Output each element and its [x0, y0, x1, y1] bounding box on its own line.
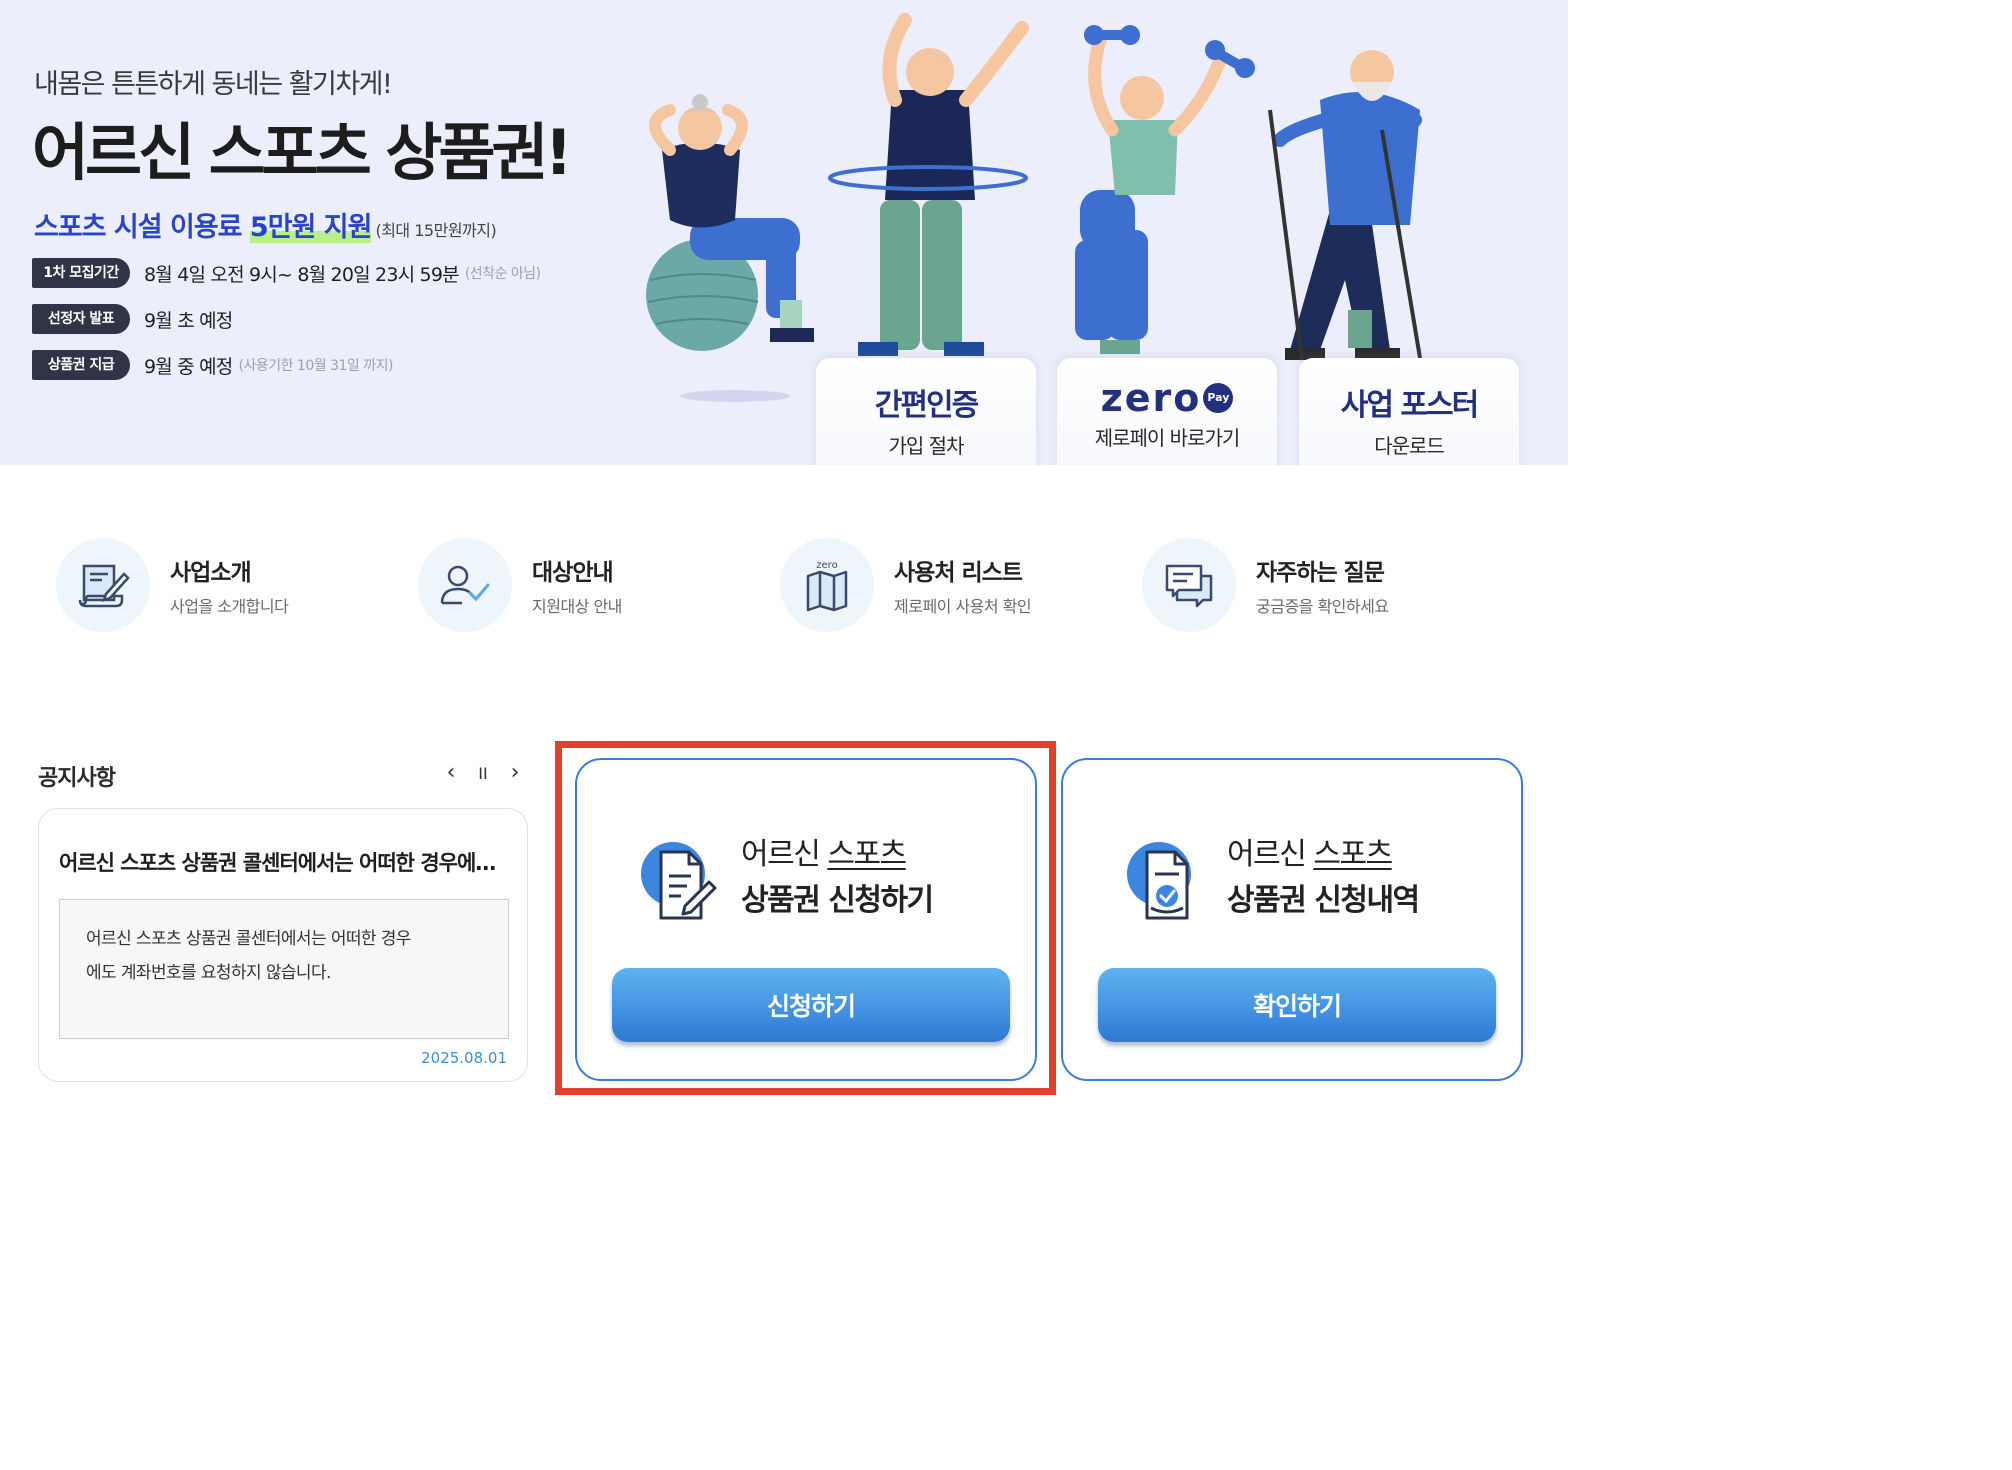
- menu-merchant-list[interactable]: zero 사용처 리스트 제로페이 사용처 확인: [780, 538, 1032, 632]
- menu-faq[interactable]: 자주하는 질문 궁금증을 확인하세요: [1142, 538, 1389, 632]
- notice-title[interactable]: 어르신 스포츠 상품권 콜센터에서는 어떠한 경우에도 계좌번호를 요청하지 않…: [59, 847, 509, 877]
- notice-body-line: 에도 계좌번호를 요청하지 않습니다.: [86, 963, 331, 983]
- menu-description: 궁금증을 확인하세요: [1256, 597, 1389, 616]
- apply-card-title: 어르신 스포츠 상품권 신청하기: [741, 832, 934, 924]
- schedule-row-announce: 선정자 발표 9월 초 예정: [32, 304, 233, 334]
- zeropay-pay-badge: Pay: [1203, 383, 1234, 413]
- senior-nordic-walking-figure: [1268, 50, 1422, 361]
- title-text-underlined: 스포츠: [1313, 837, 1393, 872]
- notice-body: 어르신 스포츠 상품권 콜센터에서는 어떠한 경우 에도 계좌번호를 요청하지 …: [59, 899, 509, 1039]
- zero-map-icon: zero: [780, 538, 874, 632]
- poster-download-card[interactable]: 사업 포스터 다운로드: [1299, 358, 1519, 465]
- senior-yoga-ball-figure: [646, 94, 814, 351]
- application-history-card: 어르신 스포츠 상품권 신청내역 확인하기: [1061, 758, 1523, 1081]
- menu-description: 사업을 소개합니다: [170, 597, 289, 616]
- notice-date: 2025.08.01: [421, 1049, 507, 1067]
- quick-card-subtitle: 다운로드: [1374, 434, 1445, 458]
- check-history-button[interactable]: 확인하기: [1098, 968, 1496, 1042]
- menu-eligibility-guide[interactable]: 대상안내 지원대상 안내: [418, 538, 622, 632]
- menu-title: 사업소개: [170, 560, 252, 586]
- schedule-text: 9월 초 예정: [144, 309, 233, 332]
- schedule-row-payment: 상품권 지급 9월 중 예정 (사용기한 10월 31일 까지): [32, 350, 393, 380]
- support-amount: 5만원 지원: [249, 212, 372, 243]
- notice-card[interactable]: 어르신 스포츠 상품권 콜센터에서는 어떠한 경우에도 계좌번호를 요청하지 않…: [38, 808, 528, 1082]
- hero-title: 어르신 스포츠 상품권!: [32, 116, 573, 189]
- chat-bubbles-icon: [1142, 538, 1236, 632]
- title-text: 상품권 신청내역: [1227, 883, 1420, 918]
- application-form-icon: [641, 842, 717, 920]
- quick-card-title: 사업 포스터: [1340, 388, 1479, 423]
- document-pen-icon: [56, 538, 150, 632]
- apply-button[interactable]: 신청하기: [612, 968, 1010, 1042]
- notice-controls: ‹ II ›: [442, 760, 524, 788]
- schedule-text: 9월 중 예정: [144, 355, 233, 378]
- quick-card-subtitle: 가입 절차: [888, 434, 965, 458]
- schedule-text: 8월 4일 오전 9시~ 8월 20일 23시 59분: [144, 263, 460, 286]
- schedule-note: (사용기한 10월 31일 까지): [238, 358, 394, 374]
- notice-header: 공지사항 ‹ II ›: [38, 760, 528, 791]
- hero-subtitle: 내몸은 튼튼하게 동네는 활기차게!: [34, 69, 393, 100]
- zeropay-logo-text: zero: [1100, 376, 1202, 420]
- notice-pause-button[interactable]: II: [474, 760, 492, 788]
- zero-map-icon-label: zero: [816, 560, 837, 571]
- schedule-note: (선착순 아님): [464, 266, 541, 282]
- quick-card-title: 간편인증: [874, 388, 979, 423]
- menu-description: 제로페이 사용처 확인: [894, 597, 1032, 616]
- notice-next-button[interactable]: ›: [506, 760, 524, 788]
- schedule-row-recruit: 1차 모집기간 8월 4일 오전 9시~ 8월 20일 23시 59분 (선착순…: [32, 258, 541, 288]
- menu-title: 사용처 리스트: [894, 560, 1023, 586]
- title-text: 어르신: [741, 837, 828, 872]
- history-card-title: 어르신 스포츠 상품권 신청내역: [1227, 832, 1420, 924]
- senior-hula-hoop-figure: [828, 13, 1029, 356]
- notice-body-line: 어르신 스포츠 상품권 콜센터에서는 어떠한 경우: [86, 929, 411, 949]
- support-prefix: 스포츠 시설 이용료: [34, 212, 250, 243]
- title-text-underlined: 스포츠: [827, 837, 907, 872]
- schedule-label: 1차 모집기간: [32, 258, 130, 288]
- schedule-label: 선정자 발표: [32, 304, 130, 334]
- quick-card-subtitle: 제로페이 바로가기: [1094, 426, 1241, 450]
- zeropay-logo: zero Pay: [1101, 376, 1234, 420]
- user-check-icon: [418, 538, 512, 632]
- simple-auth-signup-card[interactable]: 간편인증 가입 절차: [816, 358, 1036, 465]
- application-history-icon: [1127, 842, 1191, 920]
- support-note: (최대 15만원까지): [375, 221, 497, 240]
- menu-business-intro[interactable]: 사업소개 사업을 소개합니다: [56, 538, 289, 632]
- schedule-label: 상품권 지급: [32, 350, 130, 380]
- menu-title: 자주하는 질문: [1256, 560, 1385, 586]
- notice-prev-button[interactable]: ‹: [442, 760, 460, 788]
- menu-description: 지원대상 안내: [532, 597, 622, 616]
- title-text: 상품권 신청하기: [741, 883, 934, 918]
- zeropay-link-card[interactable]: zero Pay 제로페이 바로가기: [1057, 358, 1277, 465]
- title-text: 어르신: [1227, 837, 1314, 872]
- hero-support-text: 스포츠 시설 이용료 5만원 지원 (최대 15만원까지): [34, 205, 497, 244]
- seniors-exercise-illustration: [646, 13, 1422, 402]
- hero-banner: 내몸은 튼튼하게 동네는 활기차게! 어르신 스포츠 상품권! 스포츠 시설 이…: [0, 0, 1568, 465]
- senior-dumbbell-figure: [1075, 25, 1255, 354]
- menu-title: 대상안내: [532, 560, 614, 586]
- voucher-apply-card: 어르신 스포츠 상품권 신청하기 신청하기: [575, 758, 1037, 1081]
